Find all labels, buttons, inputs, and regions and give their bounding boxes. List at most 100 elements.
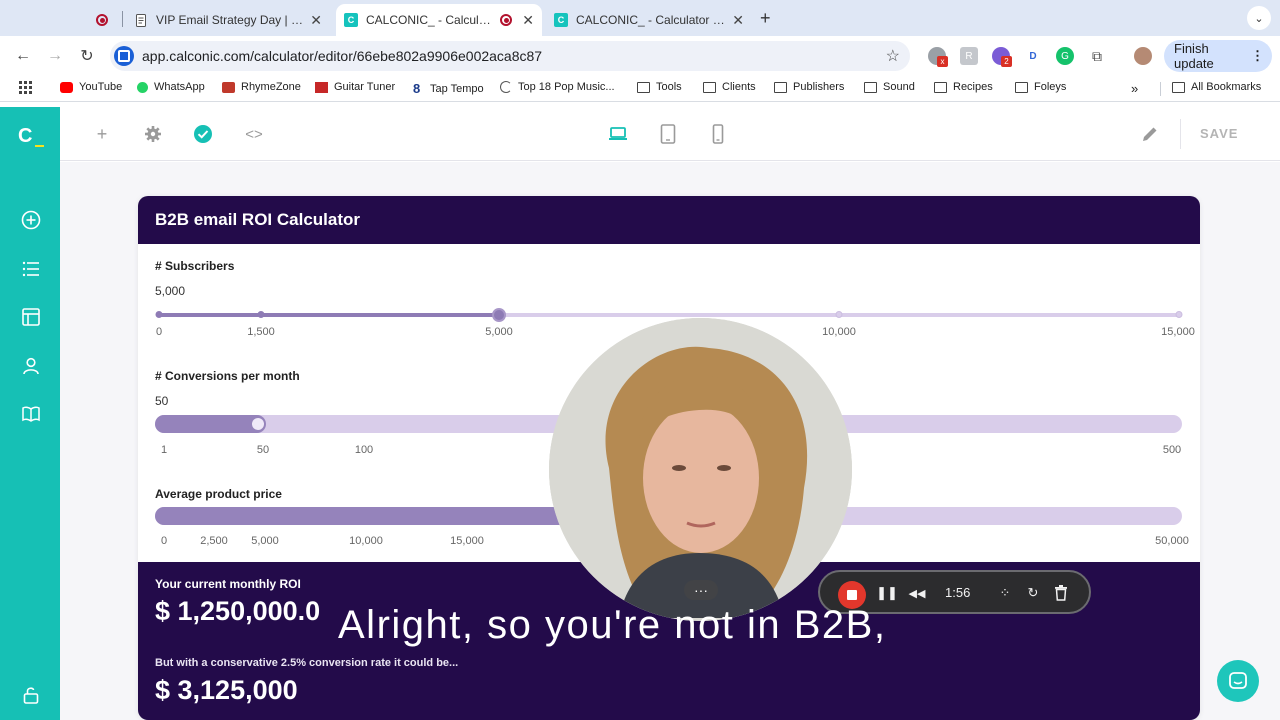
save-button[interactable]: SAVE <box>1200 126 1238 141</box>
tab-separator <box>122 11 123 27</box>
bookmark-guitar-tuner[interactable]: Guitar Tuner <box>315 81 395 93</box>
pencil-icon[interactable] <box>1140 124 1160 144</box>
close-tab-icon[interactable]: ✕ <box>304 12 322 29</box>
extension-g-icon[interactable]: G <box>1056 47 1074 65</box>
extensions-puzzle-icon[interactable]: ⧉ <box>1088 47 1106 65</box>
extension-sparkle-icon[interactable]: 2 <box>992 47 1012 67</box>
conversions-label: # Conversions per month <box>155 369 300 383</box>
presenter-video <box>549 318 852 621</box>
app-sidebar: C <box>0 107 60 720</box>
extension-d-icon[interactable]: D <box>1024 47 1042 65</box>
bookmark-folder-tools[interactable]: Tools <box>637 81 682 93</box>
bookmarks-overflow-chevron-icon[interactable]: » <box>1131 81 1138 96</box>
tab-title: VIP Email Strategy Day | Ethic <box>156 13 304 27</box>
subscribers-slider[interactable] <box>155 308 1183 322</box>
pause-icon[interactable]: ❚❚ <box>876 584 898 602</box>
book-icon[interactable] <box>21 404 41 424</box>
mobile-view-icon[interactable] <box>708 124 728 144</box>
bookmark-tap-tempo[interactable]: 8 Tap Tempo <box>413 81 484 96</box>
calconic-logo[interactable]: C <box>18 125 45 148</box>
bookmark-youtube[interactable]: YouTube <box>60 81 122 93</box>
bookmark-label: Top 18 Pop Music... <box>518 81 615 93</box>
video-caption: Alright, so you're not in B2B, <box>338 603 887 647</box>
back-arrow-icon[interactable]: ← <box>11 44 35 68</box>
more-vert-icon: ⋮ <box>1251 48 1264 63</box>
profile-avatar[interactable] <box>1134 47 1152 65</box>
webcam-options-icon[interactable]: ··· <box>684 580 718 600</box>
close-tab-icon[interactable]: ✕ <box>726 12 744 29</box>
bookmark-folder-recipes[interactable]: Recipes <box>934 81 993 93</box>
tick-label: 100 <box>354 444 374 456</box>
restart-icon[interactable]: ↻ <box>1024 584 1042 602</box>
site-info-icon[interactable] <box>114 46 134 66</box>
bookmark-folder-foleys[interactable]: Foleys <box>1015 81 1066 93</box>
extension-badge: 2 <box>1001 56 1012 67</box>
extension-grammar-icon[interactable]: x <box>928 47 948 67</box>
folder-icon <box>1015 81 1028 93</box>
conservative-label: But with a conservative 2.5% conversion … <box>155 657 459 669</box>
browser-tab-recording[interactable] <box>88 4 120 36</box>
current-roi-value: $ 1,250,000.0 <box>155 596 321 626</box>
bookmark-star-icon[interactable]: ☆ <box>886 46 900 66</box>
gear-icon[interactable] <box>143 124 163 144</box>
new-tab-icon[interactable]: + <box>760 8 771 29</box>
code-icon[interactable]: <> <box>244 124 264 144</box>
bookmark-label: Foleys <box>1034 81 1067 93</box>
slider-step-dot <box>835 311 843 318</box>
bookmark-folder-sound[interactable]: Sound <box>864 81 915 93</box>
tab-search-chevron-icon[interactable]: ⌄ <box>1247 6 1271 30</box>
desktop-view-icon[interactable] <box>608 124 628 144</box>
subscribers-slider-handle[interactable] <box>491 308 506 322</box>
browser-tab-calconic-active[interactable]: C CALCONIC_ - Calculator I ✕ <box>336 4 542 36</box>
current-roi-label: Your current monthly ROI <box>155 577 301 591</box>
price-slider-fill <box>155 507 575 525</box>
subscribers-value: 5,000 <box>155 284 186 298</box>
drawing-tools-icon[interactable]: ⁘ <box>996 584 1014 602</box>
bookmark-folder-clients[interactable]: Clients <box>703 81 756 93</box>
webcam-bubble[interactable] <box>549 318 852 621</box>
check-circle-icon[interactable] <box>193 124 213 144</box>
tick-label: 15,000 <box>450 535 484 547</box>
lock-open-icon[interactable] <box>21 685 41 705</box>
conversions-value: 50 <box>155 394 169 408</box>
tick-label: 5,000 <box>485 326 513 338</box>
add-icon[interactable]: + <box>92 124 112 144</box>
browser-tab-email-strategy[interactable]: VIP Email Strategy Day | Ethic ✕ <box>126 4 330 36</box>
extension-r-icon[interactable]: R <box>960 47 978 65</box>
apps-grid-icon[interactable] <box>19 81 32 94</box>
tick-label: 0 <box>155 326 163 338</box>
slider-step-dot <box>1175 311 1183 318</box>
tick-label: 1,500 <box>247 326 275 338</box>
conversions-slider-handle[interactable] <box>251 418 264 430</box>
folder-icon <box>703 81 716 93</box>
chat-support-button[interactable] <box>1217 660 1259 702</box>
browser-tab-calconic[interactable]: C CALCONIC_ - Calculator Buil ✕ <box>546 4 752 36</box>
bookmark-whatsapp[interactable]: WhatsApp <box>137 81 205 93</box>
finish-update-button[interactable]: Finish update ⋮ <box>1164 40 1272 72</box>
close-tab-icon[interactable]: ✕ <box>516 12 534 29</box>
tick-label: 0 <box>160 535 168 547</box>
bookmark-folder-publishers[interactable]: Publishers <box>774 81 844 93</box>
bookmark-label: Clients <box>722 81 756 93</box>
whatsapp-icon <box>137 81 148 93</box>
bookmark-all-bookmarks[interactable]: All Bookmarks <box>1172 81 1261 93</box>
calconic-icon: C <box>554 13 568 27</box>
guitar-tuner-icon <box>315 81 328 93</box>
recording-timer: 1:56 <box>945 585 971 600</box>
user-icon[interactable] <box>21 356 41 376</box>
add-circle-icon[interactable] <box>21 210 41 230</box>
record-icon <box>500 14 512 26</box>
tablet-view-icon[interactable] <box>658 124 678 144</box>
rewind-icon[interactable]: ◀◀ <box>908 584 926 602</box>
layout-icon[interactable] <box>21 307 41 327</box>
address-bar[interactable]: app.calconic.com/calculator/editor/66ebe… <box>110 41 910 71</box>
tick-label: 500 <box>1162 444 1182 456</box>
trash-icon[interactable] <box>1052 584 1070 602</box>
bookmark-rhymezone[interactable]: RhymeZone <box>222 81 301 93</box>
bookmark-top-18-pop[interactable]: Top 18 Pop Music... <box>500 81 615 93</box>
tick-label: 50,000 <box>1155 535 1189 547</box>
forward-arrow-icon[interactable]: → <box>43 44 67 68</box>
conversions-slider-fill <box>155 415 266 433</box>
reload-icon[interactable]: ↻ <box>75 44 99 68</box>
list-icon[interactable] <box>21 259 41 279</box>
